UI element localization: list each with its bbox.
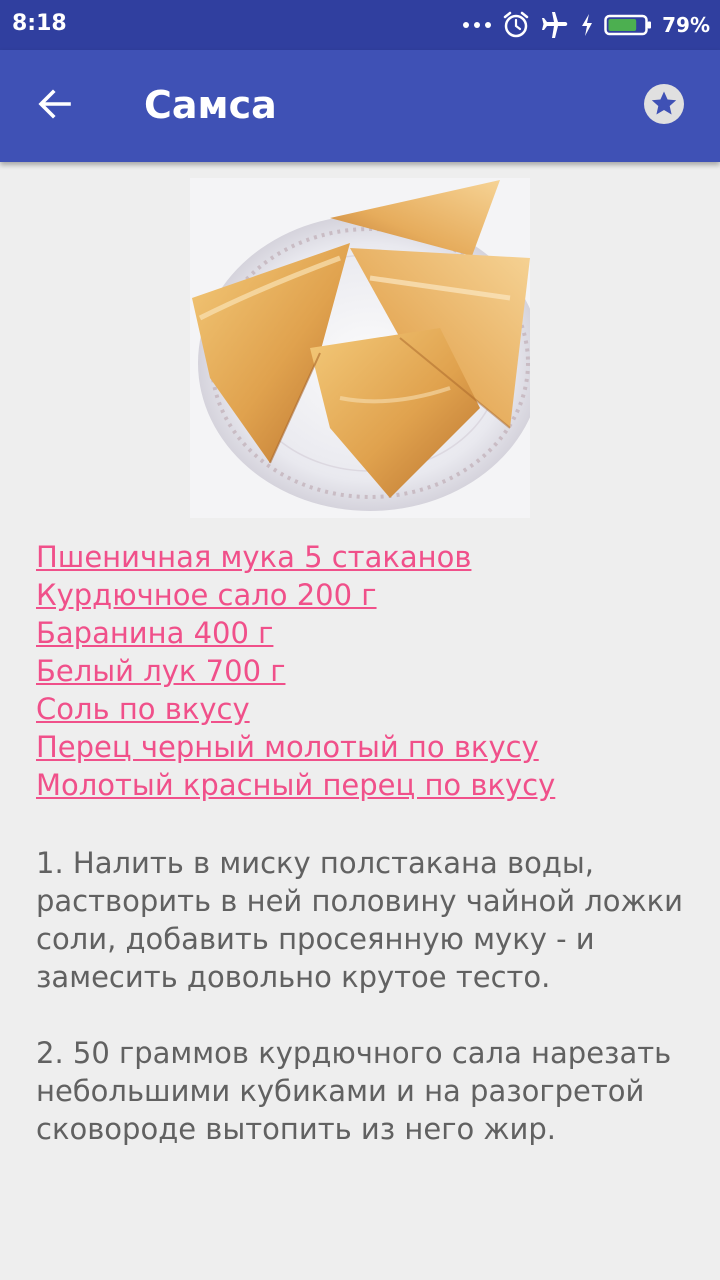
ingredient-link[interactable]: Баранина 400 г <box>36 614 696 652</box>
status-bar: 8:18 79% <box>0 0 720 50</box>
status-time: 8:18 <box>12 11 67 36</box>
ingredients-list: Пшеничная мука 5 стаканов Курдючное сало… <box>36 538 696 804</box>
charging-icon <box>580 13 594 37</box>
star-icon <box>643 83 685 130</box>
recipe-step: 1. Налить в миску полстакана воды, раств… <box>36 846 684 994</box>
battery-percent: 79% <box>662 13 710 37</box>
ingredient-link[interactable]: Молотый красный перец по вкусу <box>36 766 696 804</box>
arrow-back-icon <box>36 86 72 127</box>
airplane-mode-icon <box>540 11 570 39</box>
recipe-steps: 1. Налить в миску полстакана воды, раств… <box>36 844 686 1186</box>
more-dots-icon <box>462 20 492 30</box>
favorite-button[interactable] <box>632 74 696 138</box>
ingredient-link[interactable]: Курдючное сало 200 г <box>36 576 696 614</box>
status-icons: 79% <box>462 8 710 42</box>
page-title: Самса <box>144 83 277 127</box>
ingredient-link[interactable]: Соль по вкусу <box>36 690 696 728</box>
app-bar: Самса <box>0 50 720 162</box>
samsa-photo <box>190 178 542 518</box>
alarm-icon <box>502 11 530 39</box>
ingredient-link[interactable]: Пшеничная мука 5 стаканов <box>36 538 696 576</box>
back-button[interactable] <box>22 74 86 138</box>
ingredient-link[interactable]: Перец черный молотый по вкусу <box>36 728 696 766</box>
battery-icon <box>604 13 652 37</box>
ingredient-link[interactable]: Белый лук 700 г <box>36 652 696 690</box>
recipe-content: Пшеничная мука 5 стаканов Курдючное сало… <box>0 162 720 1280</box>
recipe-step: 2. 50 граммов курдючного сала нарезать н… <box>36 1036 672 1146</box>
